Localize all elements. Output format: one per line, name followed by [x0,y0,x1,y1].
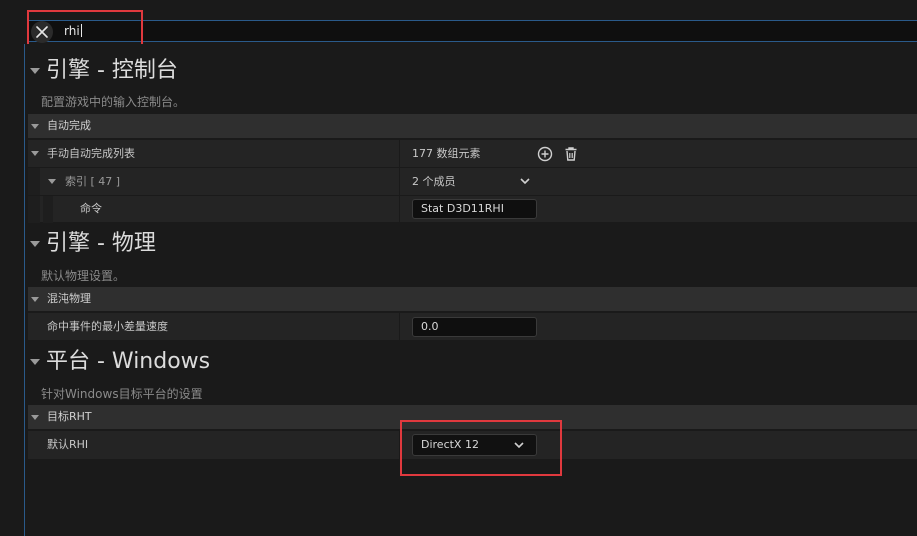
property-row-manual-autocomplete-list: 手动自动完成列表 177 数组元素 [28,139,917,167]
command-input[interactable]: Stat D3D11RHI [412,199,537,219]
section-label-target-rhi: 目标RHT [47,410,92,423]
section-header-chaos-physics[interactable]: 混沌物理 [28,287,917,311]
category-title-console: 引擎 - 控制台 [46,58,178,83]
property-label-default-rhi: 默认RHI [47,438,89,451]
property-row-command: 命令 Stat D3D11RHI [28,195,917,223]
collapse-category-windows-icon[interactable] [30,359,40,365]
category-title-windows: 平台 - Windows [46,349,211,374]
category-description-physics: 默认物理设置。 [41,269,126,283]
property-label-index: 索引 [ 47 ] [65,175,121,188]
category-description-console: 配置游戏中的输入控制台。 [41,95,186,109]
index-options-dropdown[interactable] [519,176,533,188]
property-row-index: 索引 [ 47 ] 2 个成员 [28,167,917,196]
property-row-min-delta-velocity: 命中事件的最小差量速度 0.0 [28,312,917,340]
collapse-section-icon [31,124,39,129]
expand-index-icon[interactable] [48,179,56,184]
property-label-command: 命令 [80,202,102,215]
plus-circle-icon [537,146,553,162]
category-title-physics: 引擎 - 物理 [46,231,156,256]
section-label-autocomplete: 自动完成 [47,119,91,132]
clear-array-button[interactable] [563,146,579,162]
trash-icon [565,147,577,161]
rhi-highlight-box [400,420,562,476]
add-element-button[interactable] [537,146,553,162]
section-label-chaos-physics: 混沌物理 [47,292,91,305]
chevron-down-icon [520,178,530,185]
array-count: 177 数组元素 [412,147,481,160]
property-label-autocomplete-list: 手动自动完成列表 [47,147,135,160]
property-label-min-delta-velocity: 命中事件的最小差量速度 [47,320,168,333]
collapse-category-physics-icon[interactable] [30,241,40,247]
section-header-autocomplete[interactable]: 自动完成 [28,114,917,138]
collapse-section-icon [31,297,39,302]
collapse-section-icon [31,415,39,420]
category-description-windows: 针对Windows目标平台的设置 [41,387,203,401]
expand-array-icon[interactable] [31,151,39,156]
struct-member-count: 2 个成员 [412,175,456,188]
search-bar[interactable] [28,20,917,42]
min-delta-velocity-input[interactable]: 0.0 [412,317,537,337]
collapse-category-console-icon[interactable] [30,68,40,74]
